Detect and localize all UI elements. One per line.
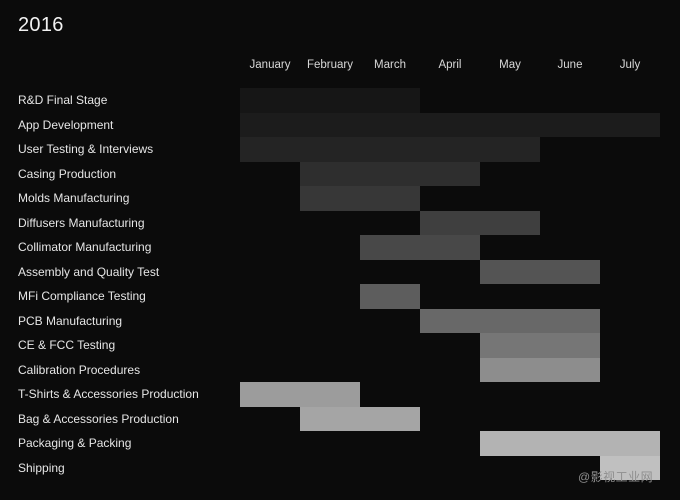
gantt-row: [240, 235, 660, 260]
gantt-bar[interactable]: [480, 259, 600, 284]
gantt-row: [240, 382, 660, 407]
gantt-row: [240, 137, 660, 162]
gantt-row: [240, 161, 660, 186]
task-label: Collimator Manufacturing: [18, 240, 152, 254]
month-header-april: April: [438, 59, 462, 71]
gantt-bar[interactable]: [360, 235, 480, 260]
gantt-row: [240, 308, 660, 333]
task-label: PCB Manufacturing: [18, 313, 123, 328]
task-label: Bag & Accessories Production: [18, 411, 179, 426]
task-label: User Testing & Interviews: [18, 142, 154, 156]
task-label: Assembly and Quality Test: [18, 264, 160, 279]
task-label: CE & FCC Testing: [18, 338, 116, 352]
month-header-february: February: [306, 59, 354, 71]
task-label: Packaging & Packing: [18, 436, 132, 450]
gantt-grid: [240, 88, 660, 480]
gantt-bar[interactable]: [420, 210, 540, 235]
gantt-bar[interactable]: [480, 431, 660, 456]
task-label: Casing Production: [18, 166, 117, 181]
gantt-bar[interactable]: [240, 88, 420, 113]
gantt-row: [240, 284, 660, 309]
month-header-january: January: [249, 59, 291, 71]
task-label: App Development: [18, 117, 114, 132]
gantt-chart-page: 2016 January February March April May June Jul…: [0, 0, 680, 500]
month-header-march: March: [374, 59, 406, 71]
gantt-bar[interactable]: [480, 333, 600, 358]
month-header-june: June: [557, 59, 583, 71]
page-title: 2016: [18, 14, 64, 36]
watermark: @影视工业网: [578, 470, 654, 484]
task-label: Diffusers Manufacturing: [18, 215, 145, 230]
gantt-bar[interactable]: [480, 357, 600, 382]
task-label: T-Shirts & Accessories Production: [18, 387, 199, 401]
gantt-row: [240, 431, 660, 456]
task-label: MFi Compliance Testing: [18, 289, 146, 303]
gantt-bar[interactable]: [360, 284, 420, 309]
gantt-bar[interactable]: [240, 137, 540, 162]
gantt-bar[interactable]: [300, 186, 420, 211]
gantt-row: [240, 406, 660, 431]
month-header-row: January February March April May June July: [240, 59, 660, 77]
month-header-may: May: [499, 59, 521, 71]
gantt-row: [240, 357, 660, 382]
gantt-bar[interactable]: [240, 112, 660, 137]
gantt-row: [240, 88, 660, 113]
gantt-row: [240, 259, 660, 284]
gantt-row: [240, 210, 660, 235]
gantt-bar[interactable]: [420, 308, 600, 333]
gantt-row: [240, 333, 660, 358]
gantt-row: [240, 112, 660, 137]
gantt-bar[interactable]: [300, 161, 480, 186]
gantt-row: [240, 186, 660, 211]
task-label: Shipping: [18, 460, 65, 475]
gantt-bar[interactable]: [300, 406, 420, 431]
task-label: Molds Manufacturing: [18, 191, 130, 205]
task-label: R&D Final Stage: [18, 93, 108, 107]
gantt-bar[interactable]: [240, 382, 360, 407]
month-header-july: July: [619, 59, 641, 71]
task-label: Calibration Procedures: [18, 362, 141, 377]
